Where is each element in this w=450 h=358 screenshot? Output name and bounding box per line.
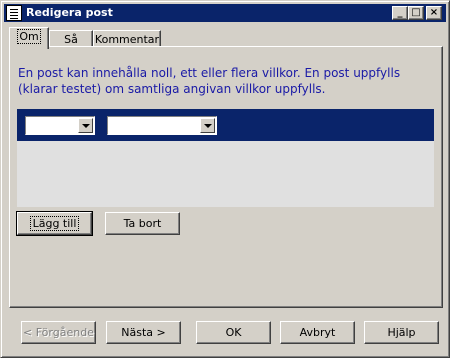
remove-button[interactable]: Ta bort — [105, 212, 180, 235]
close-button[interactable]: × — [426, 6, 442, 20]
operator-combobox[interactable] — [107, 116, 217, 135]
help-button[interactable]: Hjälp — [364, 321, 439, 344]
add-button-label: Lägg till — [29, 216, 80, 231]
tab-kommentar-label: Kommentar — [94, 33, 160, 46]
cancel-button-label: Avbryt — [299, 326, 336, 339]
description-text: En post kan innehålla noll, ett eller fl… — [18, 66, 401, 96]
ok-button-label: OK — [225, 326, 242, 339]
previous-button[interactable]: < Förgående — [21, 321, 96, 344]
previous-button-label: < Förgående — [23, 326, 94, 339]
title-bar[interactable]: Redigera post _ □ × — [4, 4, 446, 22]
help-button-label: Hjälp — [387, 326, 416, 339]
cancel-button[interactable]: Avbryt — [280, 321, 355, 344]
chevron-down-icon[interactable] — [78, 118, 93, 133]
field-combobox[interactable] — [25, 116, 95, 135]
condition-row — [17, 109, 434, 141]
next-button[interactable]: Nästa > — [106, 321, 181, 344]
ok-button[interactable]: OK — [196, 321, 271, 344]
window-title: Redigera post — [26, 6, 113, 19]
dialog-window: Redigera post _ □ × Om Så Kommentar En p… — [0, 0, 450, 358]
tab-om-label: Om — [17, 29, 41, 44]
document-icon — [6, 5, 22, 21]
minimize-button[interactable]: _ — [392, 6, 408, 20]
add-button[interactable]: Lägg till — [16, 211, 93, 236]
chevron-down-icon[interactable] — [200, 118, 215, 133]
tab-sa-label: Så — [64, 33, 78, 46]
tab-om[interactable]: Om — [9, 27, 49, 49]
next-button-label: Nästa > — [121, 326, 166, 339]
remove-button-label: Ta bort — [123, 217, 162, 230]
maximize-button[interactable]: □ — [408, 6, 424, 20]
condition-list[interactable] — [17, 141, 434, 207]
